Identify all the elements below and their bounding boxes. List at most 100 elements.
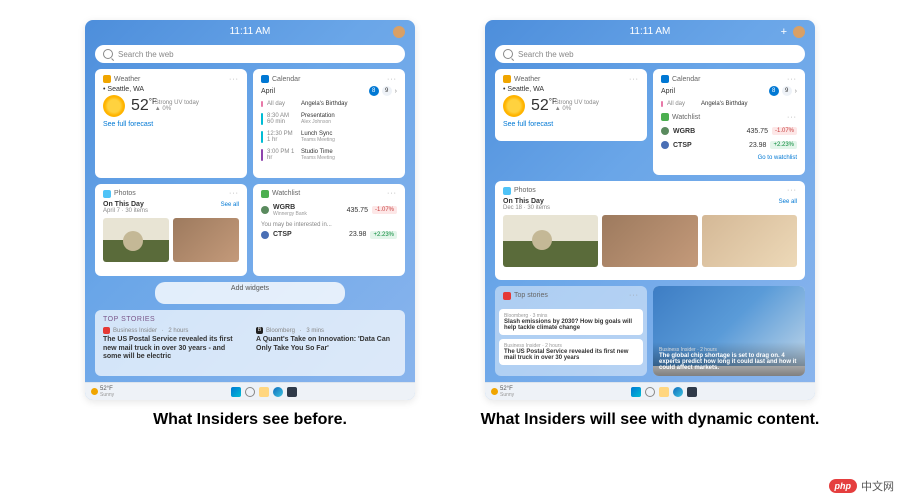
search-icon[interactable] <box>245 387 255 397</box>
photos-icon <box>503 187 511 195</box>
search-bar[interactable]: Search the web <box>495 45 805 63</box>
story-item[interactable]: Business Insider · 2 hours The US Postal… <box>103 327 244 361</box>
panel-before-wrap: 11:11 AM Search the web Weather··· • Sea… <box>70 20 430 429</box>
stock-row: WGRB435.75-1.07% <box>661 127 797 135</box>
weather-widget[interactable]: Weather··· • Seattle, WA 52°FStrong UV t… <box>495 69 647 141</box>
photos-icon <box>103 190 111 198</box>
calendar-widget[interactable]: Calendar··· April 8 9 › All dayAngela's … <box>253 69 405 178</box>
news-image-card[interactable]: Business Insider · 2 hours The global ch… <box>653 286 805 376</box>
stock-row[interactable]: WGRBWinnergy Bank435.75-1.07% <box>261 204 397 217</box>
search-icon <box>103 49 113 59</box>
news-icon <box>503 292 511 300</box>
caption-after: What Insiders will see with dynamic cont… <box>481 410 820 429</box>
clock-time: 11:11 AM <box>230 26 271 37</box>
add-icon[interactable]: + <box>781 26 787 38</box>
search-placeholder: Search the web <box>118 50 174 59</box>
store-icon[interactable] <box>687 387 697 397</box>
day-selected[interactable]: 8 <box>369 86 379 96</box>
chevron-right-icon[interactable]: › <box>395 88 397 95</box>
sun-icon <box>103 95 125 117</box>
more-icon[interactable]: ··· <box>629 292 639 299</box>
sun-icon <box>491 388 498 395</box>
photo-thumbnail[interactable] <box>602 215 697 267</box>
search-icon[interactable] <box>645 387 655 397</box>
sun-icon <box>91 388 98 395</box>
stock-row: CTSP23.98+2.23% <box>661 141 797 149</box>
top-stories-heading: TOP STORIES <box>103 316 397 323</box>
explorer-icon[interactable] <box>259 387 269 397</box>
panel-after-wrap: 11:11 AM + Search the web Weather··· • S… <box>470 20 830 429</box>
search-placeholder: Search the web <box>518 50 574 59</box>
weather-widget[interactable]: Weather··· • Seattle, WA 52°F Strong UV … <box>95 69 247 178</box>
widgets-panel-before: 11:11 AM Search the web Weather··· • Sea… <box>85 20 415 400</box>
search-icon <box>503 49 513 59</box>
photos-widget[interactable]: Photos··· On This DayApril 7 · 30 itemsS… <box>95 184 247 277</box>
weather-temp: 52°F <box>131 97 149 115</box>
photo-thumbnail[interactable] <box>173 218 239 262</box>
clock-time: 11:11 AM <box>630 26 671 37</box>
sun-icon <box>503 95 525 117</box>
calendar-icon <box>261 75 269 83</box>
photos-widget-full[interactable]: Photos··· On This DayDec 18 · 30 itemsSe… <box>495 181 805 280</box>
story-item[interactable]: Business Insider · 2 hours The US Postal… <box>499 339 643 365</box>
panel-header: 11:11 AM <box>85 20 415 43</box>
see-all-link[interactable]: See all <box>221 202 239 208</box>
taskbar[interactable]: 52°FSunny <box>485 382 815 400</box>
panel-header: 11:11 AM + <box>485 20 815 43</box>
widgets-panel-after: 11:11 AM + Search the web Weather··· • S… <box>485 20 815 400</box>
taskbar-weather[interactable]: 52°FSunny <box>91 386 114 398</box>
edge-icon[interactable] <box>273 387 283 397</box>
forecast-link[interactable]: See full forecast <box>103 121 239 128</box>
photo-thumbnail[interactable] <box>702 215 797 267</box>
widgets-grid: Weather··· • Seattle, WA 52°F Strong UV … <box>85 69 415 382</box>
story-item[interactable]: BBloomberg · 3 mins A Quant's Take on In… <box>256 327 397 361</box>
calendar-nav: April 8 9 › <box>261 86 397 96</box>
more-icon[interactable]: ··· <box>387 76 397 83</box>
taskbar-weather[interactable]: 52°FSunny <box>491 386 514 398</box>
watermark-logo: php <box>829 479 858 493</box>
forecast-link[interactable]: See full forecast <box>503 121 639 128</box>
watermark-text: 中文网 <box>861 478 894 494</box>
watchlist-icon <box>661 113 669 121</box>
add-widgets-button[interactable]: Add widgets <box>155 282 345 304</box>
start-icon[interactable] <box>231 387 241 397</box>
more-icon[interactable]: ··· <box>787 76 797 83</box>
store-icon[interactable] <box>287 387 297 397</box>
search-bar[interactable]: Search the web <box>95 45 405 63</box>
widgets-grid: Weather··· • Seattle, WA 52°FStrong UV t… <box>485 69 815 382</box>
watchlist-widget[interactable]: Watchlist··· WGRB435.75-1.07% CTSP23.98+… <box>653 107 805 174</box>
top-stories-widget[interactable]: Top stories··· Bloomberg · 3 mins Slash … <box>495 286 647 376</box>
stock-row[interactable]: CTSP23.98+2.23% <box>261 231 397 239</box>
photo-thumbnail[interactable] <box>503 215 598 267</box>
source-icon: B <box>256 327 263 334</box>
more-icon[interactable]: ··· <box>787 114 797 121</box>
watchlist-icon <box>261 190 269 198</box>
edge-icon[interactable] <box>673 387 683 397</box>
see-all-link[interactable]: See all <box>779 199 797 205</box>
chevron-right-icon[interactable]: › <box>795 88 797 95</box>
comparison-container: 11:11 AM Search the web Weather··· • Sea… <box>0 0 900 439</box>
day-next[interactable]: 9 <box>382 86 392 96</box>
more-icon[interactable]: ··· <box>629 76 639 83</box>
photo-thumbnail[interactable] <box>103 218 169 262</box>
watchlist-link[interactable]: Go to watchlist <box>661 155 797 161</box>
watchlist-widget[interactable]: Watchlist··· WGRBWinnergy Bank435.75-1.0… <box>253 184 405 277</box>
more-icon[interactable]: ··· <box>229 190 239 197</box>
calendar-icon <box>661 75 669 83</box>
user-avatar[interactable] <box>393 26 405 38</box>
story-item[interactable]: Bloomberg · 3 mins Slash emissions by 20… <box>499 309 643 335</box>
calendar-events: All dayAngela's Birthday 8:30 AM 60 minP… <box>261 99 397 163</box>
watermark: php 中文网 <box>829 478 895 494</box>
weather-icon <box>103 75 111 83</box>
more-icon[interactable]: ··· <box>387 190 397 197</box>
weather-location: • Seattle, WA <box>103 86 239 93</box>
explorer-icon[interactable] <box>659 387 669 397</box>
start-icon[interactable] <box>631 387 641 397</box>
user-avatar[interactable] <box>793 26 805 38</box>
weather-icon <box>503 75 511 83</box>
more-icon[interactable]: ··· <box>229 76 239 83</box>
taskbar[interactable]: 52°FSunny <box>85 382 415 400</box>
top-stories-widget[interactable]: TOP STORIES Business Insider · 2 hours T… <box>95 310 405 376</box>
caption-before: What Insiders see before. <box>153 410 347 429</box>
more-icon[interactable]: ··· <box>787 187 797 194</box>
